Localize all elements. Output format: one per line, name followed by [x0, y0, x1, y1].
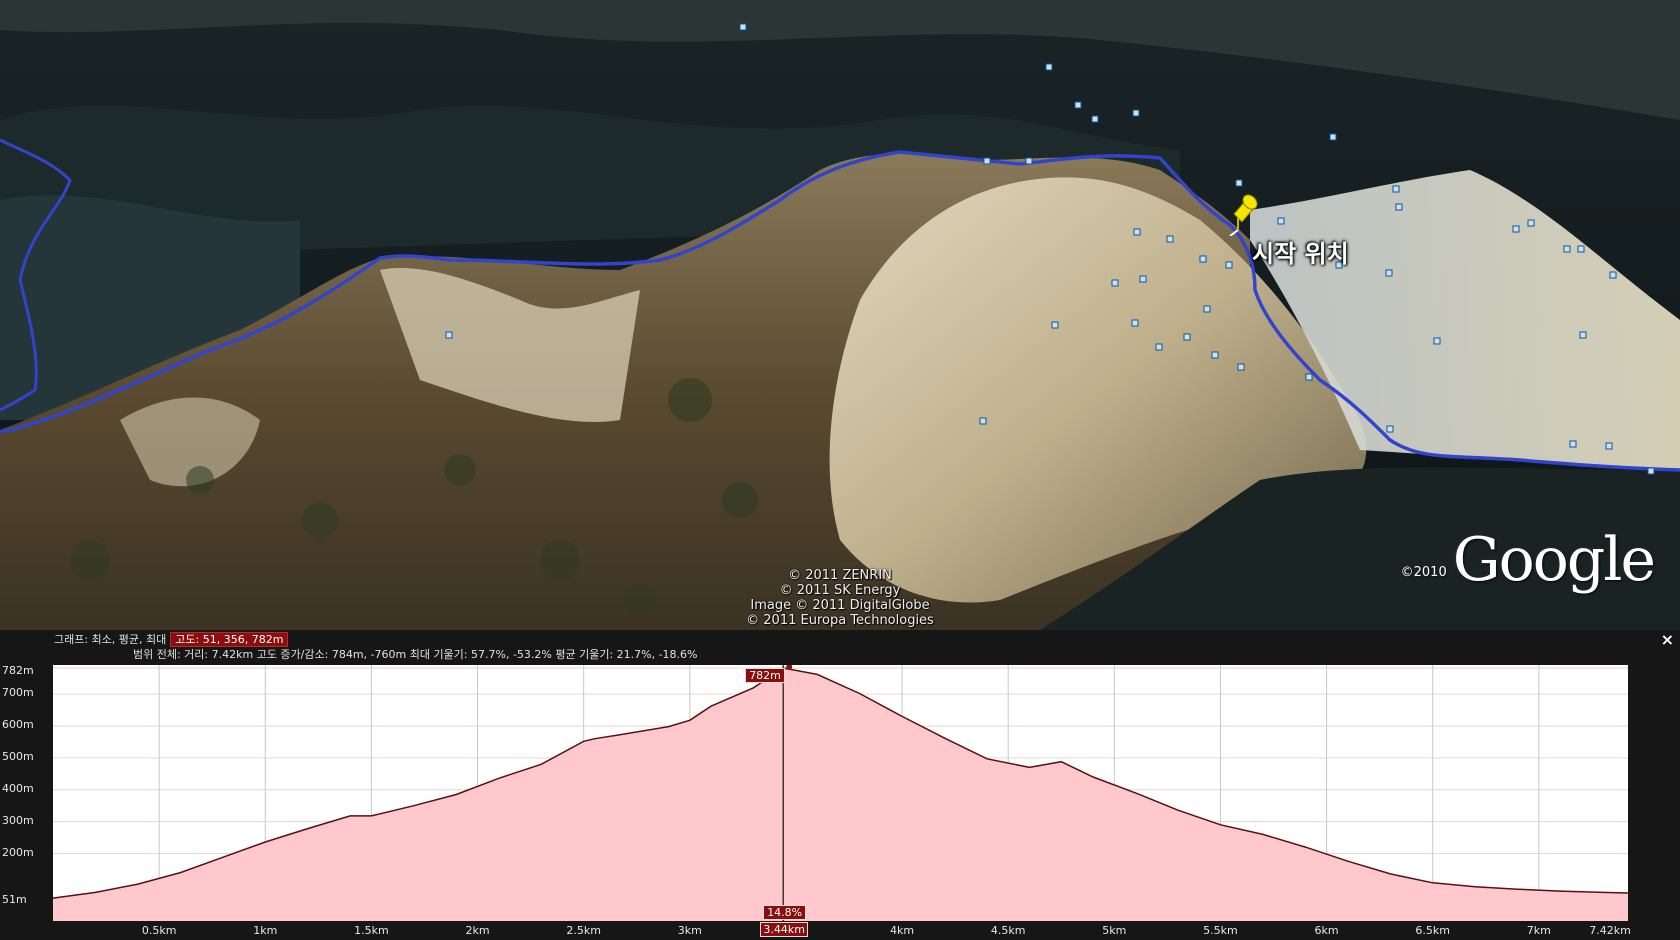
elevation-plot-area[interactable] [53, 665, 1628, 921]
elevation-point [943, 737, 946, 739]
elevation-point [1389, 873, 1391, 875]
elevation-point [1219, 824, 1222, 826]
elevation-point [1134, 792, 1137, 794]
elevation-point [1060, 761, 1062, 763]
y-tick-label: 782m [2, 664, 34, 677]
copyright-line: © 2011 ZENRIN [788, 568, 892, 583]
elevation-point [1601, 891, 1604, 893]
imagery-copyright: © 2011 ZENRIN © 2011 SK Energy Image © 2… [740, 568, 940, 628]
graph-summary: 그래프: 최소, 평균, 최대 고도: 51, 356, 782m [54, 632, 290, 647]
cursor-slope-label: 14.8% [763, 905, 807, 920]
elevation-point [583, 740, 585, 742]
x-tick-label: 3.44km [760, 922, 809, 937]
x-tick-label: 6km [1314, 924, 1339, 937]
x-tick-label: 2.5km [566, 924, 601, 937]
elevation-point [370, 815, 372, 817]
elevation-point [901, 715, 903, 718]
elevation-point [137, 883, 139, 885]
elevation-point [689, 719, 691, 721]
elevation-point [349, 815, 351, 817]
elevation-point [710, 705, 712, 707]
google-earth-window: 시작 위치 © 2011 ZENRIN © 2011 SK Energy Ima… [0, 0, 1680, 940]
elevation-point [540, 763, 542, 765]
elevation-point [264, 841, 266, 843]
copyright-line: Image © 2011 DigitalGlobe [750, 598, 930, 613]
y-tick-label: 500m [2, 749, 34, 763]
placemark-label: 시작 위치 [1252, 240, 1349, 268]
elevation-point [816, 673, 818, 675]
elevation-point [1517, 888, 1519, 890]
x-tick-label: 1.5km [354, 924, 389, 937]
elevation-point [1028, 766, 1031, 769]
elevation-area [53, 668, 1628, 921]
y-tick-label: 400m [2, 781, 34, 795]
elevation-point [859, 692, 861, 695]
elevation-point [1559, 890, 1561, 892]
y-tick-label: 700m [2, 686, 34, 700]
elevation-point [1177, 809, 1179, 811]
x-tick-label: 7.42km [1589, 924, 1631, 937]
y-tick-label: 600m [2, 718, 34, 731]
elevation-point [986, 758, 988, 760]
x-tick-label: 3km [677, 924, 702, 937]
copyright-line: © 2011 SK Energy [779, 583, 901, 598]
elevation-point [179, 872, 181, 874]
x-tick-label: 1km [253, 924, 278, 937]
copyright-line: © 2011 Europa Technologies [746, 613, 934, 628]
start-placemark[interactable]: 시작 위치 [1224, 192, 1364, 272]
elevation-point [752, 687, 755, 689]
elevation-point [1347, 860, 1349, 862]
x-tick-label: 5km [1102, 924, 1127, 937]
x-tick-label: 2km [465, 924, 490, 937]
x-tick-label: 4km [890, 924, 915, 937]
elevation-point [593, 738, 595, 740]
elevation-point [455, 793, 457, 796]
elevation-point [413, 805, 415, 807]
elevation-profile-panel[interactable]: 그래프: 최소, 평균, 최대 고도: 51, 356, 782m 범위 전체: … [0, 630, 1680, 940]
elevation-point [625, 733, 627, 735]
elevation-point [222, 856, 224, 858]
elevation-point [94, 891, 97, 893]
y-tick-label: 200m [2, 845, 34, 859]
google-wordmark: Google [1452, 525, 1656, 595]
elevation-point [1474, 886, 1476, 888]
x-tick-label: 4.5km [990, 924, 1026, 937]
elevation-point [1304, 846, 1306, 848]
elevation-point [667, 726, 670, 728]
elevation-point [307, 828, 309, 830]
y-tick-label: 51m [2, 893, 27, 906]
elevation-point [1262, 833, 1264, 835]
y-tick-label: 300m [2, 813, 34, 827]
x-tick-label: 0.5km [141, 924, 177, 937]
elevation-point [1092, 776, 1094, 778]
x-tick-label: 7km [1526, 924, 1551, 937]
pushpin-icon [1229, 194, 1258, 236]
x-tick-label: 6.5km [1415, 924, 1450, 937]
range-summary: 범위 전체: 거리: 7.42km 고도 증가/감소: 784m, -760m … [133, 648, 698, 661]
close-profile-button[interactable]: × [1661, 630, 1674, 649]
google-logo: ©2010 Google [1400, 525, 1656, 595]
elevation-point [1432, 882, 1434, 884]
map-3d-view[interactable]: 시작 위치 © 2011 ZENRIN © 2011 SK Energy Ima… [0, 0, 1680, 630]
elevation-point [498, 777, 500, 779]
elevation-chart [53, 665, 1628, 921]
google-logo-year: ©2010 [1400, 565, 1447, 580]
x-tick-label: 5.5km [1203, 924, 1238, 937]
cursor-elevation-label: 782m [745, 668, 785, 683]
altitude-summary-badge[interactable]: 고도: 51, 356, 782m [170, 632, 289, 647]
graph-summary-prefix: 그래프: 최소, 평균, 최대 [54, 633, 167, 646]
